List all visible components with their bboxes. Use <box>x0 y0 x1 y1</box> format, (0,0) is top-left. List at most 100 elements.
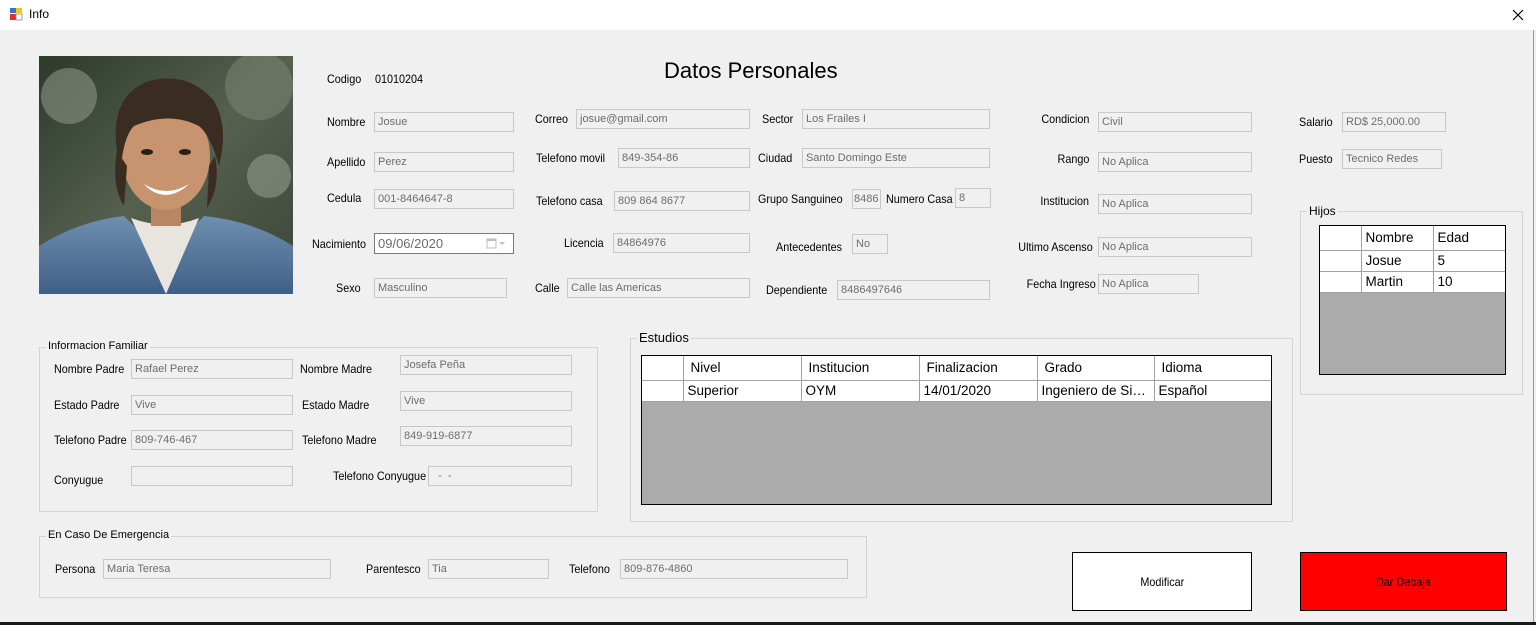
table-cell[interactable]: 5 <box>1433 250 1505 272</box>
licencia-field[interactable]: 84864976 <box>613 233 750 253</box>
telefono-conyugue-field[interactable]: - - <box>428 466 572 486</box>
grid-corner <box>1320 226 1362 251</box>
rango-field[interactable]: No Aplica <box>1098 152 1252 172</box>
persona-label: Persona <box>55 562 96 576</box>
column-header[interactable]: Grado <box>1037 356 1155 381</box>
table-cell[interactable]: Español <box>1154 380 1271 402</box>
sexo-field[interactable]: Masculino <box>374 278 507 298</box>
table-cell[interactable]: OYM <box>801 380 920 402</box>
rango-label: Rango <box>1057 152 1089 166</box>
telefono-emergencia-field[interactable]: 809-876-4860 <box>620 559 848 579</box>
apellido-field[interactable]: Perez <box>374 152 514 172</box>
estado-padre-field[interactable]: Vive <box>131 395 293 415</box>
salario-label: Salario <box>1299 115 1333 129</box>
licencia-label: Licencia <box>564 236 604 250</box>
table-cell[interactable]: Ingeniero de Sistemas <box>1037 380 1155 402</box>
table-cell[interactable]: 10 <box>1433 271 1505 293</box>
numero-casa-field[interactable]: 8 <box>955 188 991 208</box>
parentesco-label: Parentesco <box>366 562 421 576</box>
puesto-field[interactable]: Tecnico Redes <box>1342 149 1442 169</box>
close-button[interactable] <box>1500 0 1536 30</box>
table-row[interactable]: Martin 10 <box>1320 271 1505 293</box>
close-icon <box>1512 9 1524 21</box>
column-header[interactable]: Edad <box>1433 226 1505 251</box>
ciudad-label: Ciudad <box>758 151 793 165</box>
calle-field[interactable]: Calle las Americas <box>567 278 750 298</box>
sector-field[interactable]: Los Frailes I <box>802 109 990 129</box>
column-header[interactable]: Idioma <box>1154 356 1271 381</box>
calle-label: Calle <box>535 281 560 295</box>
ciudad-field[interactable]: Santo Domingo Este <box>802 148 990 168</box>
fecha-ingreso-field[interactable]: No Aplica <box>1098 274 1199 294</box>
nacimiento-datepicker[interactable]: 09/06/2020 <box>374 233 514 254</box>
parentesco-field[interactable]: Tia <box>428 559 549 579</box>
estudios-group-title: Estudios <box>637 330 691 345</box>
table-cell[interactable]: Superior <box>683 380 802 402</box>
nombre-label: Nombre <box>327 115 366 129</box>
telefono-madre-label: Telefono Madre <box>302 433 377 447</box>
telefono-padre-field[interactable]: 809-746-467 <box>131 430 293 450</box>
institucion-label: Institucion <box>1040 194 1089 208</box>
condicion-label: Condicion <box>1040 112 1089 126</box>
grupo-sanguineo-label: Grupo Sanguineo <box>758 192 843 206</box>
telefono-casa-label: Telefono casa <box>536 194 603 208</box>
conyugue-field[interactable] <box>131 466 293 486</box>
hijos-grid[interactable]: Nombre Edad Josue 5 Martin 10 <box>1319 225 1506 375</box>
dar-debaja-button[interactable]: Dar Debaja <box>1300 552 1507 611</box>
estudios-grid[interactable]: Nivel Institucion Finalizacion Grado Idi… <box>641 355 1272 505</box>
dependiente-label: Dependiente <box>766 283 828 297</box>
modificar-button[interactable]: Modificar <box>1072 552 1252 611</box>
table-cell[interactable]: Josue <box>1361 250 1434 272</box>
estado-padre-label: Estado Padre <box>54 398 120 412</box>
numero-casa-label: Numero Casa <box>886 192 953 206</box>
estado-madre-field[interactable]: Vive <box>400 391 572 411</box>
window-title: Info <box>29 7 50 21</box>
puesto-label: Puesto <box>1299 152 1333 166</box>
nombre-madre-field[interactable]: Josefa Peña <box>400 355 572 375</box>
telefono-movil-field[interactable]: 849-354-86 <box>618 148 750 168</box>
antecedentes-label: Antecedentes <box>776 240 843 254</box>
table-row[interactable]: Josue 5 <box>1320 250 1505 272</box>
window-border-right <box>1533 30 1534 624</box>
telefono-movil-label: Telefono movil <box>536 151 606 165</box>
column-header[interactable]: Finalizacion <box>919 356 1038 381</box>
modificar-button-label: Modificar <box>1140 574 1184 589</box>
nombre-padre-label: Nombre Padre <box>54 362 125 376</box>
correo-field[interactable]: josue@gmail.com <box>576 109 750 129</box>
column-header[interactable]: Nombre <box>1361 226 1434 251</box>
antecedentes-field[interactable]: No <box>852 234 888 254</box>
condicion-field[interactable]: Civil <box>1098 112 1252 132</box>
title-bar <box>0 0 1536 30</box>
table-cell[interactable]: 14/01/2020 <box>919 380 1038 402</box>
ultimo-ascenso-field[interactable]: No Aplica <box>1098 237 1252 257</box>
familiar-group-title: Informacion Familiar <box>46 340 150 352</box>
telefono-casa-field[interactable]: 809 864 8677 <box>614 191 750 211</box>
persona-field[interactable]: Maria Teresa <box>103 559 331 579</box>
row-header[interactable] <box>642 380 684 402</box>
cedula-field[interactable]: 001-8464647-8 <box>374 189 514 209</box>
row-header[interactable] <box>1320 271 1362 293</box>
app-icon <box>10 8 23 21</box>
codigo-label: Codigo <box>327 72 362 86</box>
nacimiento-value: 09/06/2020 <box>378 236 444 251</box>
column-header[interactable]: Institucion <box>801 356 920 381</box>
institucion-field[interactable]: No Aplica <box>1098 194 1252 214</box>
telefono-emergencia-label: Telefono <box>569 562 610 576</box>
table-cell[interactable]: Martin <box>1361 271 1434 293</box>
nombre-padre-field[interactable]: Rafael Perez <box>131 359 293 379</box>
column-header[interactable]: Nivel <box>683 356 802 381</box>
nombre-field[interactable]: Josue <box>374 112 514 132</box>
row-header[interactable] <box>1320 250 1362 272</box>
profile-photo <box>39 56 293 294</box>
correo-label: Correo <box>535 112 569 126</box>
calendar-dropdown-icon[interactable] <box>486 238 508 249</box>
grupo-sanguineo-field[interactable]: 8486 <box>852 189 881 209</box>
telefono-madre-field[interactable]: 849-919-6877 <box>400 426 572 446</box>
telefono-padre-label: Telefono Padre <box>54 433 127 447</box>
table-row[interactable]: Superior OYM 14/01/2020 Ingeniero de Sis… <box>642 380 1271 402</box>
salario-field[interactable]: RD$ 25,000.00 <box>1342 112 1446 132</box>
cedula-label: Cedula <box>327 191 362 205</box>
dependiente-field[interactable]: 8486497646 <box>837 280 990 300</box>
conyugue-label: Conyugue <box>54 473 104 487</box>
ultimo-ascenso-label: Ultimo Ascenso <box>1018 240 1093 254</box>
